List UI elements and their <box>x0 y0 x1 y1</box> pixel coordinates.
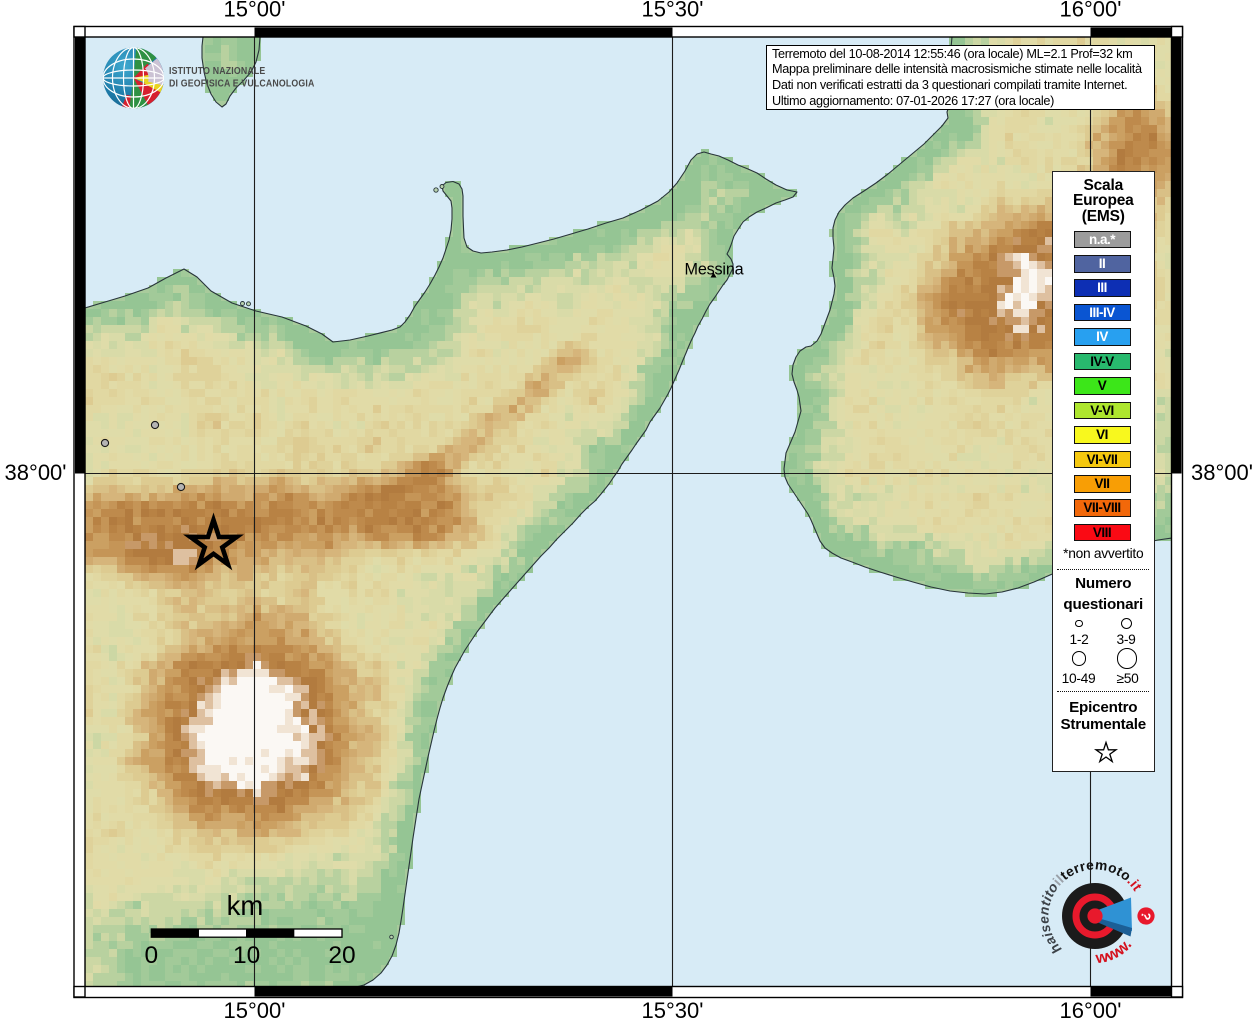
svg-text:DI GEOFISICA E VULCANOLOGIA: DI GEOFISICA E VULCANOLOGIA <box>169 78 314 90</box>
svg-text:15°00': 15°00' <box>224 998 286 1023</box>
svg-text:20: 20 <box>328 942 355 969</box>
svg-text:15°00': 15°00' <box>224 0 286 22</box>
svg-text:16°00': 16°00' <box>1060 998 1122 1023</box>
svg-text:38°00': 38°00' <box>1191 460 1253 485</box>
svg-text:15°30': 15°30' <box>642 998 704 1023</box>
svg-text:0: 0 <box>144 942 158 969</box>
svg-text:15°30': 15°30' <box>642 0 704 22</box>
svg-text:km: km <box>227 890 264 921</box>
svg-text:16°00': 16°00' <box>1060 0 1122 22</box>
svg-text:10: 10 <box>233 942 260 969</box>
svg-text:ISTITUTO NAZIONALE: ISTITUTO NAZIONALE <box>169 65 265 77</box>
svg-text:38°00': 38°00' <box>5 460 67 485</box>
